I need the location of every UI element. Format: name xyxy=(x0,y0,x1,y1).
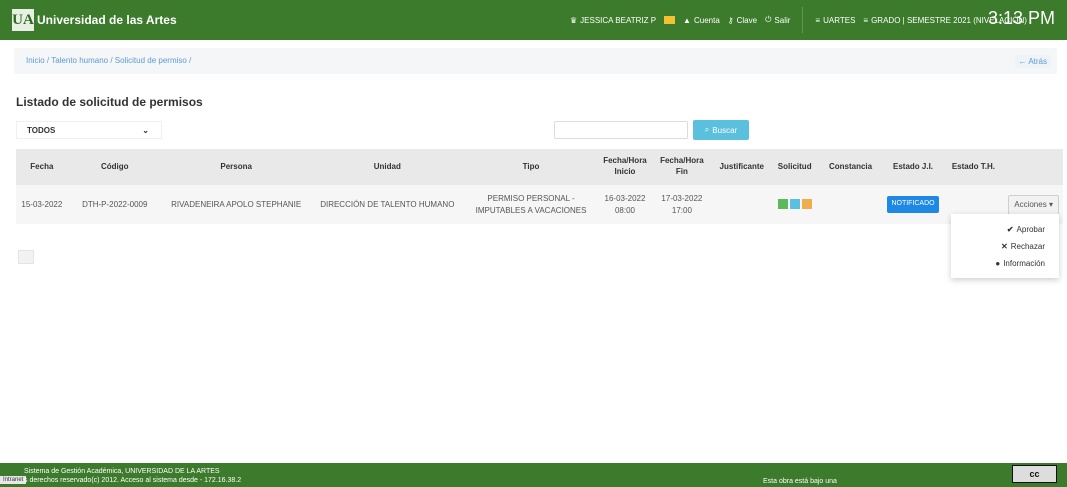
table-row: 15-03-2022 DTH-P-2022-0009 RIVADENEIRA A… xyxy=(16,185,1063,224)
menu-item-informacion[interactable]: ● Información xyxy=(951,255,1059,272)
search-button-label: Buscar xyxy=(712,125,738,135)
breadcrumb-bar: Inicio / Talento humano / Solicitud de p… xyxy=(14,48,1057,74)
col-solicitud: Solicitud xyxy=(771,149,818,185)
menu-item-aprobar[interactable]: ✔ Aprobar xyxy=(951,221,1059,238)
chevron-down-icon: ⌄ xyxy=(142,125,149,135)
logout-link[interactable]: ⏻ Salir xyxy=(765,15,790,25)
user-icon: ♛ xyxy=(570,15,578,25)
close-icon: ✕ xyxy=(1001,242,1008,251)
pagination-button[interactable] xyxy=(18,250,34,264)
cell-estado-ji: NOTIFICADO xyxy=(883,185,942,224)
actions-menu: ✔ Aprobar ✕ Rechazar ● Información xyxy=(951,214,1059,278)
col-fin: Fecha/Hora Fin xyxy=(651,149,712,185)
eye-icon: ● xyxy=(995,259,1001,268)
cell-solicitud xyxy=(772,185,818,224)
power-icon: ⏻ xyxy=(765,15,772,24)
col-unidad: Unidad xyxy=(310,149,465,185)
footer: Sistema de Gestión Académica, UNIVERSIDA… xyxy=(0,463,1067,487)
cell-unidad: DIRECCIÓN DE TALENTO HUMANO xyxy=(320,199,455,209)
clock: 3:13 PM xyxy=(987,8,1055,28)
view-request-icon[interactable] xyxy=(789,199,800,210)
cell-inicio: 16-03-2022 08:00 xyxy=(604,193,646,215)
top-navbar: UA Universidad de las Artes ♛ JESSICA BE… xyxy=(0,0,1067,40)
breadcrumb[interactable]: Inicio / Talento humano / Solicitud de p… xyxy=(26,56,191,65)
col-codigo: Código xyxy=(67,149,162,185)
university-logo: UA xyxy=(12,9,34,31)
menu-item-label: Rechazar xyxy=(1010,242,1045,251)
col-justificante: Justificante xyxy=(711,149,772,185)
col-inicio: Fecha/Hora Inicio xyxy=(598,149,652,185)
status-filter-value: TODOS xyxy=(27,125,56,135)
status-badge: NOTIFICADO xyxy=(887,196,939,213)
brand[interactable]: UA Universidad de las Artes xyxy=(0,0,177,40)
user-name: JESSICA BEATRIZ P xyxy=(580,15,657,25)
search-icon: ⌕ xyxy=(704,125,710,134)
creative-commons-icon[interactable]: cc xyxy=(1012,465,1057,483)
cell-tipo: PERMISO PERSONAL - IMPUTABLES A VACACION… xyxy=(475,193,587,215)
mail-icon xyxy=(664,16,676,24)
table-header-row: Fecha Código Persona Unidad Tipo Fecha/H… xyxy=(16,149,1063,185)
menu-item-label: Información xyxy=(1003,259,1045,268)
footer-copyright: s derechos reservado(c) 2012. Acceso al … xyxy=(24,477,242,484)
cell-fecha: 15-03-2022 xyxy=(21,199,63,209)
cell-codigo: DTH-P-2022-0009 xyxy=(82,199,148,209)
col-fecha: Fecha xyxy=(16,149,68,185)
col-persona: Persona xyxy=(161,149,311,185)
col-tipo: Tipo xyxy=(464,149,598,185)
password-link[interactable]: ⚷ Clave xyxy=(728,16,757,25)
institution-icon: ≡ xyxy=(815,15,821,25)
menu-item-label: Aprobar xyxy=(1016,225,1045,234)
footer-license-note[interactable]: Esta obra está bajo una xyxy=(763,478,837,485)
user-menu[interactable]: ♛ JESSICA BEATRIZ P xyxy=(570,16,656,25)
cell-constancia xyxy=(818,185,884,224)
password-label: Clave xyxy=(736,15,758,25)
caret-down-icon: ▾ xyxy=(1048,199,1053,209)
actions-label: Acciones xyxy=(1014,199,1047,209)
footer-system-name: Sistema de Gestión Académica, UNIVERSIDA… xyxy=(24,468,220,475)
page-title: Listado de solicitud de permisos xyxy=(16,95,203,109)
col-constancia: Constancia xyxy=(817,149,884,185)
check-icon: ✔ xyxy=(1006,225,1014,234)
nav-divider xyxy=(802,7,804,33)
brand-name: Universidad de las Artes xyxy=(37,13,177,27)
col-estado-th: Estado T.H. xyxy=(942,149,1005,185)
account-link[interactable]: ▲ Cuenta xyxy=(683,16,720,25)
search-button[interactable]: ⌕ Buscar xyxy=(693,120,749,140)
actions-dropdown-button[interactable]: Acciones ▾ xyxy=(1008,194,1059,215)
institution-selector[interactable]: ≡ UARTES xyxy=(815,16,855,25)
search-input[interactable] xyxy=(554,121,688,139)
institution-label: UARTES xyxy=(823,15,856,25)
key-icon: ⚷ xyxy=(727,15,734,25)
top-nav: ♛ JESSICA BEATRIZ P ▲ Cuenta ⚷ Clave ⏻ S… xyxy=(570,0,1027,40)
account-label: Cuenta xyxy=(693,15,720,25)
pdf-request-icon[interactable] xyxy=(801,199,812,210)
cell-persona: RIVADENEIRA APOLO STEPHANIE xyxy=(171,199,302,209)
status-filter-select[interactable]: TODOS ⌄ xyxy=(16,121,162,139)
cell-justificante xyxy=(712,185,772,224)
account-icon: ▲ xyxy=(683,15,691,25)
back-button[interactable]: ← Atrás xyxy=(1014,55,1051,68)
requests-table: Fecha Código Persona Unidad Tipo Fecha/H… xyxy=(16,149,1063,224)
term-icon: ≡ xyxy=(863,15,869,25)
col-acciones xyxy=(1004,149,1063,185)
messages-link[interactable] xyxy=(664,16,676,24)
col-estado-ji: Estado J.I. xyxy=(883,149,943,185)
back-label: Atrás xyxy=(1028,57,1047,66)
footer-badge: Intranet xyxy=(0,476,27,484)
menu-item-rechazar[interactable]: ✕ Rechazar xyxy=(951,238,1059,255)
approve-request-icon[interactable] xyxy=(777,199,788,210)
arrow-left-icon: ← xyxy=(1018,57,1027,66)
cell-fin: 17-03-2022 17:00 xyxy=(661,193,703,215)
logout-label: Salir xyxy=(774,15,791,25)
